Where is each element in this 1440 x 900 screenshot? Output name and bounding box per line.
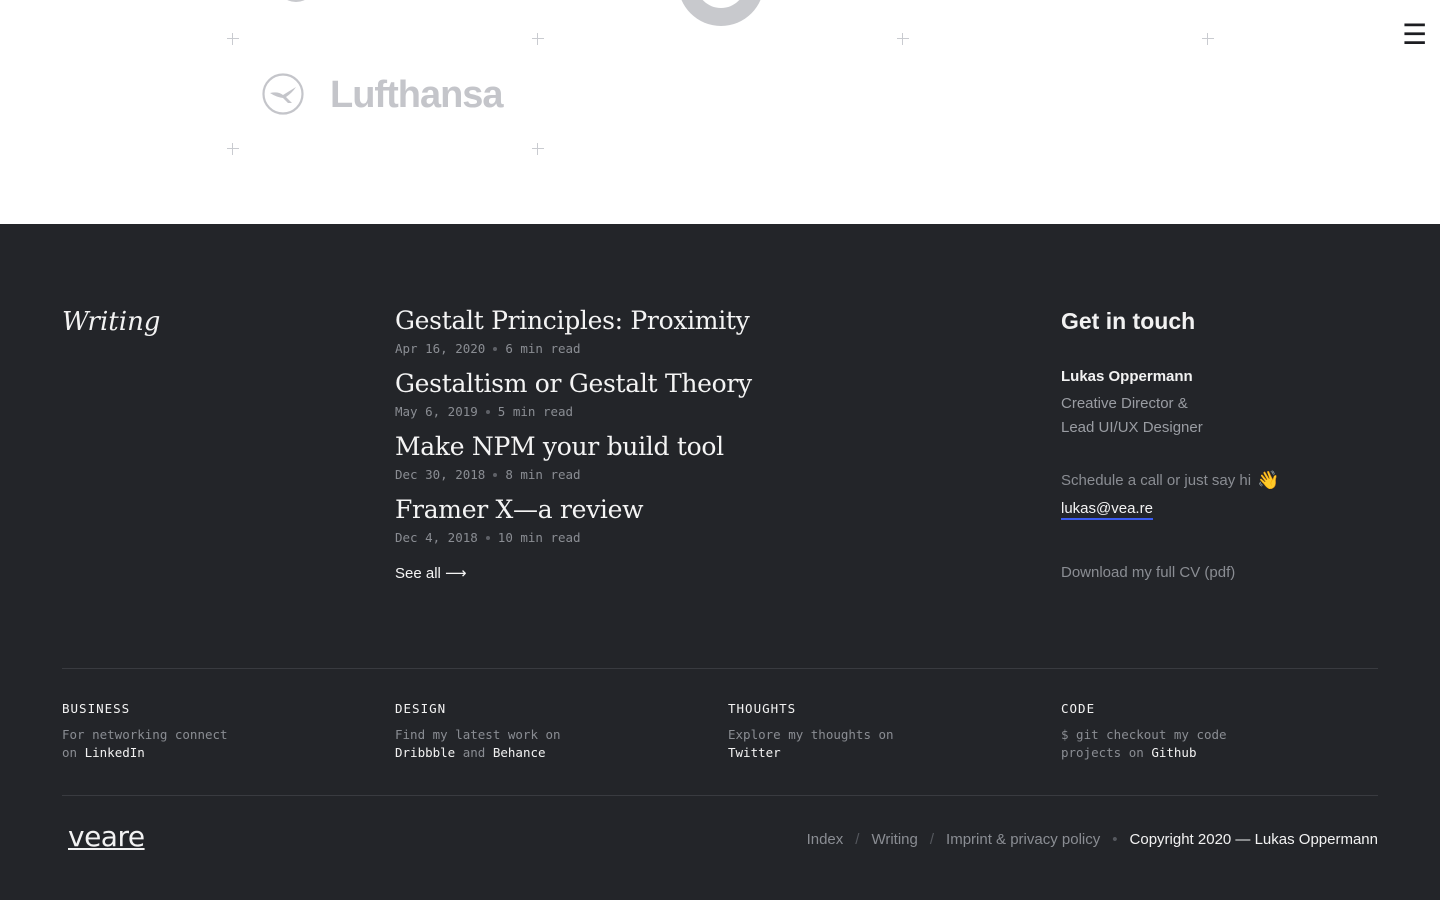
grid-plus-marker [1202,33,1214,45]
article-date: Apr 16, 2020 [395,341,486,356]
column-text-line: $ git checkout my code [1061,727,1227,742]
behance-link[interactable]: Behance [493,745,546,760]
email-link[interactable]: lukas@vea.re [1061,500,1153,520]
waving-hand-icon: 👋 [1257,470,1280,490]
column-text: Explore my thoughts on Twitter [728,726,988,762]
grid-plus-marker [227,143,239,155]
article-meta: Dec 4, 2018 10 min read [395,530,643,545]
see-all-link[interactable]: See all ⟶ [395,564,467,582]
divider [62,795,1378,796]
contact-hi: Schedule a call or just say hi 👋 [1061,470,1280,491]
clients-section: Lufthansa ☰ [0,0,1440,224]
article-item[interactable]: Make NPM your build tool Dec 30, 2018 8 … [395,432,724,482]
business-column: BUSINESS For networking connect on Linke… [62,701,322,762]
column-text-word: and [462,745,486,760]
divider [62,668,1378,669]
hamburger-menu-icon[interactable]: ☰ [1402,21,1427,49]
article-date: May 6, 2019 [395,404,478,419]
dot-separator-icon [493,346,498,351]
contact-name: Lukas Oppermann [1061,368,1193,385]
grid-plus-marker [532,143,544,155]
article-date: Dec 4, 2018 [395,530,478,545]
dot-separator-icon [485,535,490,540]
column-text-line: Explore my thoughts on [728,727,894,742]
article-meta: May 6, 2019 5 min read [395,404,752,419]
brand-logo[interactable]: veare [68,820,145,853]
column-text-line: Find my latest work on [395,727,561,742]
footer-section: Writing Gestalt Principles: Proximity Ap… [0,224,1440,900]
footer-link-imprint[interactable]: Imprint & privacy policy [946,831,1100,848]
contact-role: Creative Director & Lead UI/UX Designer [1061,392,1261,440]
twitter-link[interactable]: Twitter [728,745,781,760]
github-link[interactable]: Github [1151,745,1196,760]
column-heading: THOUGHTS [728,701,797,716]
article-meta: Apr 16, 2020 6 min read [395,341,749,356]
column-heading: BUSINESS [62,701,131,716]
contact-role-line: Lead UI/UX Designer [1061,419,1203,436]
dribbble-link[interactable]: Dribbble [395,745,455,760]
column-text-line: For networking connect [62,727,228,742]
footer-link-writing[interactable]: Writing [871,831,917,848]
contact-role-line: Creative Director & [1061,395,1188,412]
contact-hi-text: Schedule a call or just say hi [1061,472,1252,489]
slash-separator: / [855,831,860,848]
column-text: Find my latest work on Dribbble and Beha… [395,726,655,762]
column-heading: CODE [1061,701,1096,716]
code-column: CODE $ git checkout my code projects on … [1061,701,1321,762]
writing-heading: Writing [62,307,161,337]
bullet-separator: • [1112,831,1118,848]
client-logo-circle [678,0,764,26]
article-item[interactable]: Framer X—a review Dec 4, 2018 10 min rea… [395,495,644,545]
linkedin-link[interactable]: LinkedIn [85,745,145,760]
dot-separator-icon [485,409,490,414]
slash-separator: / [929,831,935,848]
client-logo-partial [276,0,316,2]
grid-plus-marker [532,33,544,45]
article-read-time: 10 min read [497,530,581,545]
article-title-link[interactable]: Make NPM your build tool [395,432,724,461]
footer-nav: Index / Writing / Imprint & privacy poli… [807,831,1378,848]
column-text-word: projects on [1061,745,1144,760]
article-item[interactable]: Gestaltism or Gestalt Theory May 6, 2019… [395,369,752,419]
footer-link-index[interactable]: Index [807,831,844,848]
column-heading: DESIGN [395,701,447,716]
column-text: For networking connect on LinkedIn [62,726,322,762]
grid-plus-marker [897,33,909,45]
article-meta: Dec 30, 2018 8 min read [395,467,724,482]
article-title-link[interactable]: Gestalt Principles: Proximity [395,306,750,335]
article-date: Dec 30, 2018 [395,467,486,482]
article-title-link[interactable]: Framer X—a review [395,495,644,524]
article-item[interactable]: Gestalt Principles: Proximity Apr 16, 20… [395,306,750,356]
article-read-time: 5 min read [497,404,574,419]
grid-plus-marker [227,33,239,45]
column-text-word: on [62,745,78,760]
dot-separator-icon [493,472,498,477]
copyright-text: Copyright 2020 — Lukas Oppermann [1129,831,1378,848]
lufthansa-crane-icon [262,73,304,115]
article-read-time: 6 min read [505,341,581,356]
article-read-time: 8 min read [505,467,581,482]
thoughts-column: THOUGHTS Explore my thoughts on Twitter [728,701,988,762]
lufthansa-logo-text: Lufthansa [330,74,504,116]
download-cv-link[interactable]: Download my full CV (pdf) [1061,564,1235,581]
article-title-link[interactable]: Gestaltism or Gestalt Theory [395,369,752,398]
contact-heading: Get in touch [1061,308,1196,334]
column-text: $ git checkout my code projects on Githu… [1061,726,1321,762]
design-column: DESIGN Find my latest work on Dribbble a… [395,701,655,762]
